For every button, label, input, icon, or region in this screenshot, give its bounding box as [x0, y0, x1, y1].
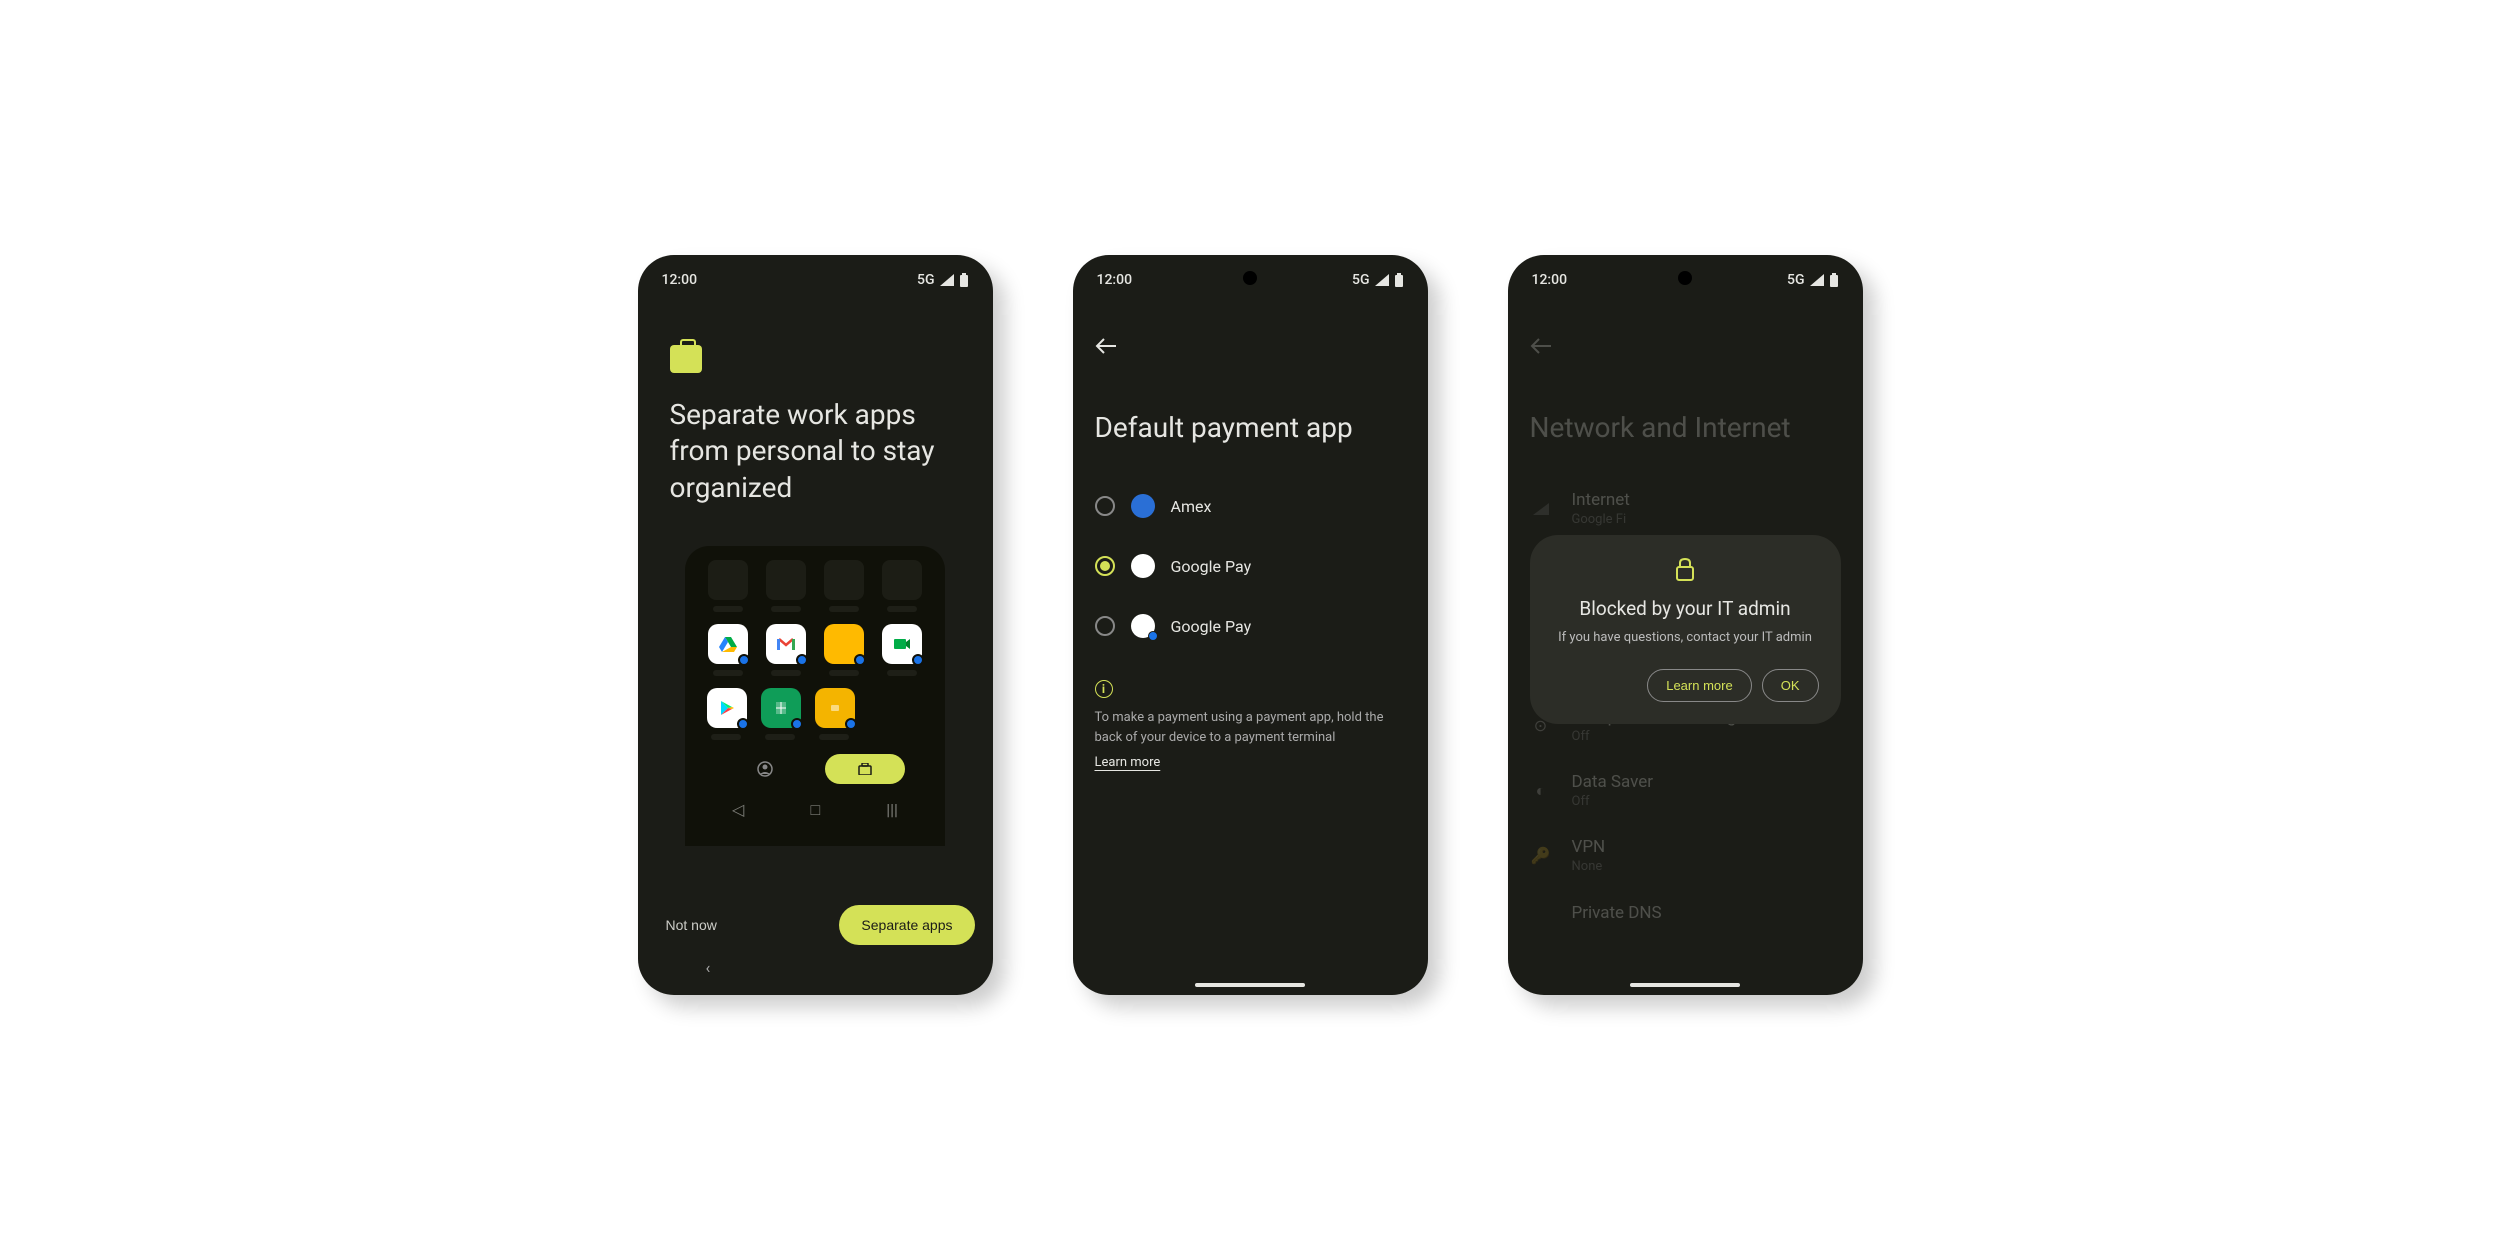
vpn-icon: 🔑 — [1530, 845, 1552, 867]
blocked-dialog: Blocked by your IT admin If you have que… — [1530, 535, 1841, 724]
page-title: Separate work apps from personal to stay… — [670, 397, 961, 506]
ok-button[interactable]: OK — [1762, 669, 1819, 702]
info-icon: i — [1095, 680, 1113, 698]
briefcase-small-icon — [858, 763, 872, 775]
camera-hole — [1243, 271, 1257, 285]
camera-hole — [1678, 271, 1692, 285]
dialog-title: Blocked by your IT admin — [1579, 597, 1790, 620]
signal-icon — [1809, 273, 1825, 287]
separate-apps-button[interactable]: Separate apps — [839, 905, 974, 945]
setting-private-dns: Private DNS — [1526, 888, 1845, 938]
info-text: To make a payment using a payment app, h… — [1095, 708, 1406, 747]
payment-option-amex[interactable]: Amex — [1091, 476, 1410, 536]
gpay-icon — [1131, 554, 1155, 578]
phone-payment-app: 12:00 5G Default payment app Amex Google… — [1073, 255, 1428, 995]
back-button[interactable] — [1095, 335, 1410, 360]
app-icon-meet — [882, 624, 922, 664]
battery-icon — [1829, 273, 1839, 287]
status-right: 5G — [1352, 272, 1404, 288]
dialog-text: If you have questions, contact your IT a… — [1558, 630, 1812, 645]
phone-work-apps: 12:00 5G Separate work apps from persona… — [638, 255, 993, 995]
saver-icon: ◐ — [1530, 780, 1552, 802]
person-icon — [757, 761, 773, 777]
status-right: 5G — [1787, 272, 1839, 288]
app-icon-drive — [708, 624, 748, 664]
payment-option-gpay-primary[interactable]: Google Pay — [1091, 536, 1410, 596]
back-nav-icon[interactable]: ‹ — [706, 958, 711, 977]
amex-icon — [1131, 494, 1155, 518]
battery-icon — [1394, 273, 1404, 287]
phone-network-blocked: 12:00 5G Network and Internet Internet G… — [1508, 255, 1863, 995]
back-button — [1530, 335, 1845, 360]
gpay-work-icon — [1131, 614, 1155, 638]
tab-work — [825, 754, 905, 784]
app-icon-gmail — [766, 624, 806, 664]
signal-icon — [1374, 273, 1390, 287]
status-right: 5G — [917, 272, 969, 288]
wifi-icon — [1530, 498, 1552, 520]
page-title: Default payment app — [1095, 410, 1406, 446]
not-now-button[interactable]: Not now — [656, 907, 727, 943]
status-time: 12:00 — [1532, 272, 1568, 288]
app-icon-play — [707, 688, 747, 728]
battery-icon — [959, 273, 969, 287]
app-icon-sheets — [761, 688, 801, 728]
home-indicator[interactable] — [1195, 983, 1305, 987]
status-bar: 12:00 5G — [656, 265, 975, 295]
payment-option-gpay-work[interactable]: Google Pay — [1091, 596, 1410, 656]
option-label: Google Pay — [1171, 617, 1252, 636]
status-time: 12:00 — [1097, 272, 1133, 288]
setting-vpn: 🔑 VPN None — [1526, 823, 1845, 888]
status-network: 5G — [917, 272, 935, 288]
briefcase-icon — [670, 345, 702, 373]
mini-nav-bar: ◁□||| — [699, 800, 931, 820]
option-label: Google Pay — [1171, 557, 1252, 576]
home-indicator[interactable] — [1630, 983, 1740, 987]
radio-unselected[interactable] — [1095, 496, 1115, 516]
radio-selected[interactable] — [1095, 556, 1115, 576]
status-network: 5G — [1787, 272, 1805, 288]
setting-internet: Internet Google Fi — [1526, 476, 1845, 541]
learn-more-link[interactable]: Learn more — [1095, 755, 1161, 770]
status-time: 12:00 — [662, 272, 698, 288]
radio-unselected[interactable] — [1095, 616, 1115, 636]
learn-more-button[interactable]: Learn more — [1647, 669, 1751, 702]
illustration-mini-phone: ◁□||| — [685, 546, 945, 846]
status-network: 5G — [1352, 272, 1370, 288]
option-label: Amex — [1171, 497, 1212, 516]
app-icon-docs — [824, 624, 864, 664]
app-icon-slides — [815, 688, 855, 728]
setting-data-saver: ◐ Data Saver Off — [1526, 758, 1845, 823]
tab-personal — [725, 754, 805, 784]
signal-icon — [939, 273, 955, 287]
page-title: Network and Internet — [1530, 410, 1841, 446]
lock-icon — [1675, 557, 1695, 585]
